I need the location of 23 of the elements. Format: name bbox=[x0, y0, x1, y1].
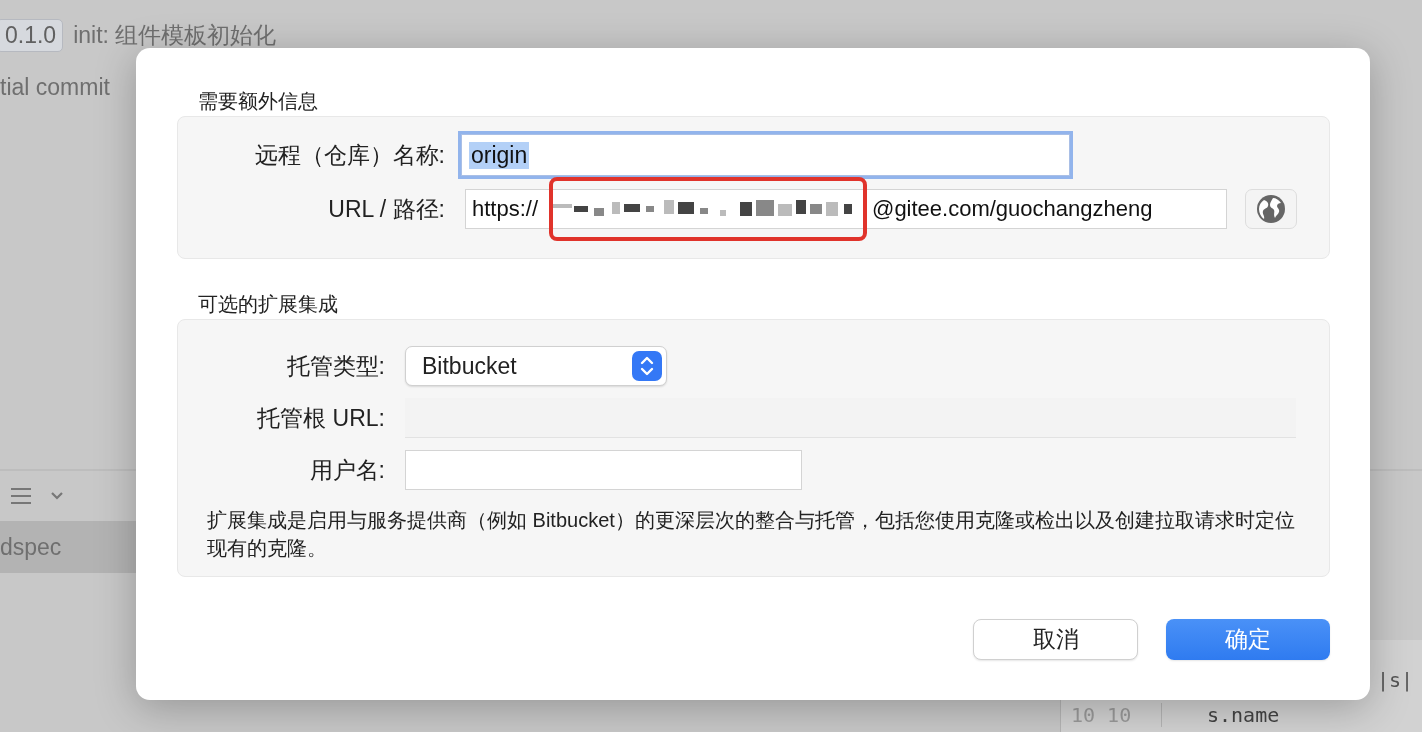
stepper-icon bbox=[632, 351, 662, 381]
field-label: 用户名: bbox=[308, 455, 386, 485]
globe-button[interactable] bbox=[1245, 189, 1297, 229]
input-field[interactable] bbox=[405, 450, 802, 490]
description-text: 扩展集成是启用与服务提供商（例如 Bitbucket）的更深层次的整合与托管，包括您使用克隆或检出以及创建拉取请求时定位现有的克隆。 bbox=[207, 508, 1296, 561]
field-label: 托管类型: bbox=[285, 351, 386, 381]
url-field[interactable]: https:// @gitee.com/guochangzheng bbox=[465, 189, 1227, 229]
cancel-button[interactable]: 取消 bbox=[973, 619, 1138, 660]
section-title: 需要额外信息 bbox=[197, 89, 319, 114]
globe-icon bbox=[1255, 193, 1287, 225]
code-text: |s| bbox=[1375, 667, 1414, 694]
field-label: URL / 路径: bbox=[327, 194, 446, 224]
code-text: s.name bbox=[1206, 703, 1280, 727]
commit-message: init: 组件模板初始化 bbox=[73, 20, 277, 50]
field-label: 托管根 URL: bbox=[256, 403, 386, 433]
field-label: 远程（仓库）名称: bbox=[253, 140, 446, 170]
list-icon bbox=[10, 487, 32, 505]
section-title: 可选的扩展集成 bbox=[197, 292, 339, 317]
confirm-button[interactable]: 确定 bbox=[1166, 619, 1330, 660]
hosting-type-dropdown[interactable]: Bitbucket bbox=[405, 346, 667, 386]
tag-label: 0.1.0 bbox=[0, 18, 64, 52]
commit-message: tial commit bbox=[0, 73, 110, 101]
chevron-down-icon bbox=[50, 491, 64, 501]
